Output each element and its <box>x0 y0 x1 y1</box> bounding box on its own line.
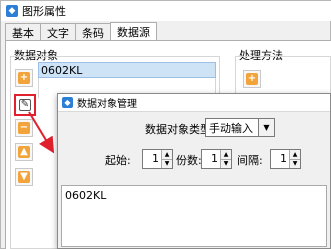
spin-down-icon[interactable]: ▼ <box>162 158 172 168</box>
add-icon: + <box>18 72 30 84</box>
add-process-button[interactable]: + <box>243 70 261 88</box>
start-stepper[interactable]: 1 ▲ ▼ <box>142 149 173 169</box>
spin-up-icon[interactable]: ▲ <box>290 150 300 159</box>
copies-stepper[interactable]: 1 ▲ ▼ <box>201 149 232 169</box>
spin-up-icon[interactable]: ▲ <box>162 150 172 159</box>
start-value[interactable]: 1 <box>143 150 161 168</box>
interval-label: 间隔: <box>237 154 263 167</box>
tab-bar: 基本 文字 条码 数据源 <box>5 22 157 41</box>
add-process-icon: + <box>246 73 258 85</box>
data-object-item-label: 0602KL <box>41 63 83 77</box>
data-object-item[interactable]: 0602KL <box>38 62 216 78</box>
content-textarea[interactable]: 0602KL <box>61 185 327 247</box>
chevron-down-icon[interactable]: ▼ <box>258 119 274 136</box>
data-type-select[interactable]: 手动输入 ▼ <box>205 118 275 137</box>
data-object-manager-dialog: ◆ 数据对象管理 数据对象类型: 手动输入 ▼ 起始: 1 ▲ ▼ 份数: 1 ▲… <box>57 93 331 249</box>
move-up-button[interactable]: ▲ <box>15 143 33 161</box>
tab-data-source[interactable]: 数据源 <box>110 22 157 41</box>
dialog-app-icon: ◆ <box>62 97 73 108</box>
delete-icon: − <box>18 122 30 134</box>
title-bar: ◆ 图形属性 <box>1 1 331 21</box>
tab-text[interactable]: 文字 <box>40 23 76 41</box>
dialog-title: 数据对象管理 <box>77 99 137 110</box>
move-up-icon: ▲ <box>18 146 30 158</box>
dialog-title-bar: ◆ 数据对象管理 <box>58 94 330 112</box>
spin-down-icon[interactable]: ▼ <box>221 158 231 168</box>
data-type-value: 手动输入 <box>209 121 253 135</box>
interval-value[interactable]: 1 <box>271 150 289 168</box>
interval-stepper[interactable]: 1 ▲ ▼ <box>270 149 301 169</box>
app-icon: ◆ <box>6 5 18 17</box>
tab-barcode[interactable]: 条码 <box>75 23 111 41</box>
start-label: 起始: <box>105 154 131 167</box>
copies-value[interactable]: 1 <box>202 150 220 168</box>
delete-button[interactable]: − <box>15 119 33 137</box>
edit-button[interactable]: ✎ <box>14 94 36 116</box>
window-title: 图形属性 <box>22 5 66 18</box>
add-button[interactable]: + <box>15 69 33 87</box>
copies-label: 份数: <box>176 154 202 167</box>
spin-up-icon[interactable]: ▲ <box>221 150 231 159</box>
edit-icon: ✎ <box>19 99 31 111</box>
tab-basic[interactable]: 基本 <box>5 23 41 41</box>
spin-down-icon[interactable]: ▼ <box>290 158 300 168</box>
move-down-button[interactable]: ▼ <box>15 168 33 186</box>
move-down-icon: ▼ <box>18 171 30 183</box>
